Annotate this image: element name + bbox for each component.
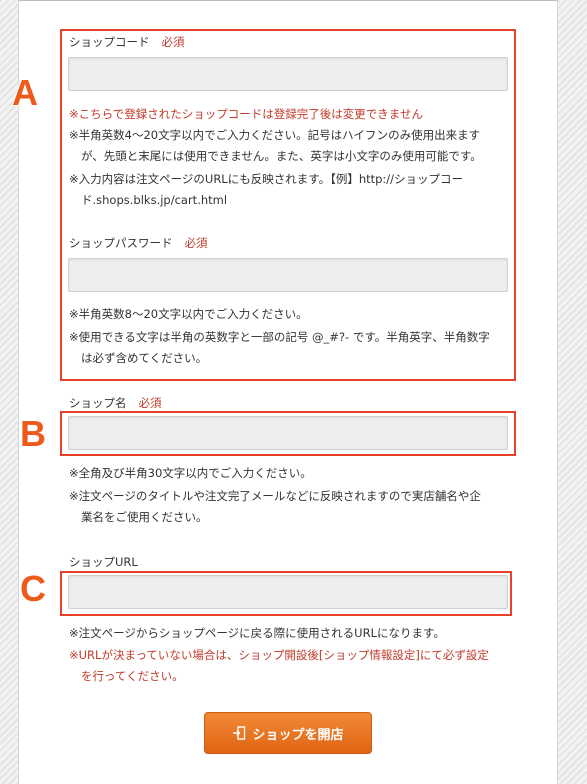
shop-code-note-3: ※入力内容は注文ページのURLにも反映されます。【例】http://ショップコー… [69, 169, 463, 211]
shop-url-input[interactable] [68, 575, 508, 609]
marker-c: C [20, 568, 46, 609]
shop-password-required-badge: 必須 [184, 236, 208, 250]
shop-code-note-2: ※半角英数4〜20文字以内でご入力ください。記号はハイフンのみ使用出来ます が、… [69, 125, 482, 167]
shop-code-note-3-line1: ※入力内容は注文ページのURLにも反映されます。【例】http://ショップコー [69, 172, 464, 186]
right-background-stripe [557, 0, 587, 784]
shop-code-note-2-line1: ※半角英数4〜20文字以内でご入力ください。記号はハイフンのみ使用出来ます [69, 128, 481, 142]
shop-code-label-text: ショップコード [69, 35, 150, 49]
shop-password-note-2-line1: ※使用できる文字は半角の英数字と一部の記号 @_#?- です。半角英字、半角数字 [69, 330, 490, 344]
shop-name-required-badge: 必須 [138, 396, 162, 410]
shop-code-note-1: ※こちらで登録されたショップコードは登録完了後は変更できません [69, 107, 423, 121]
door-enter-icon [233, 726, 246, 740]
shop-url-note-2-line2: を行ってください。 [81, 669, 184, 683]
shop-code-required-badge: 必須 [161, 35, 185, 49]
shop-url-note-1: ※注文ページからショップページに戻る際に使用されるURLになります。 [69, 626, 445, 640]
shop-name-note-2-line2: 業名をご使用ください。 [81, 510, 208, 524]
shop-code-label: ショップコード 必須 [69, 34, 185, 50]
shop-password-note-1: ※半角英数8〜20文字以内でご入力ください。 [69, 307, 308, 321]
open-shop-button[interactable]: ショップを開店 [204, 712, 372, 754]
marker-a: A [12, 72, 38, 113]
panel-top-border [19, 0, 557, 1]
shop-code-input[interactable] [68, 57, 508, 91]
shop-url-note-2-line1: ※URLが決まっていない場合は、ショップ開設後[ショップ情報設定]にて必ず設定 [69, 648, 489, 662]
shop-password-label-text: ショップパスワード [69, 236, 173, 250]
shop-password-note-2: ※使用できる文字は半角の英数字と一部の記号 @_#?- です。半角英字、半角数字… [69, 327, 490, 369]
shop-code-note-3-line2: ド.shops.blks.jp/cart.html [81, 193, 228, 207]
shop-password-note-2-line2: は必ず含めてください。 [81, 351, 208, 365]
shop-name-input[interactable] [68, 416, 508, 450]
shop-code-note-2-line2: が、先頭と末尾には使用できません。また、英字は小文字のみ使用可能です。 [81, 149, 482, 163]
shop-url-note-2: ※URLが決まっていない場合は、ショップ開設後[ショップ情報設定]にて必ず設定 … [69, 645, 489, 687]
shop-name-note-2-line1: ※注文ページのタイトルや注文完了メールなどに反映されますので実店舗名や企 [69, 489, 481, 503]
shop-name-note-2: ※注文ページのタイトルや注文完了メールなどに反映されますので実店舗名や企 業名を… [69, 486, 481, 528]
left-background-stripe [0, 0, 19, 784]
shop-name-label-text: ショップ名 [69, 396, 127, 410]
shop-url-label: ショップURL [69, 555, 138, 569]
shop-name-note-1: ※全角及び半角30文字以内でご入力ください。 [69, 466, 312, 480]
shop-password-input[interactable] [68, 258, 508, 292]
shop-name-label: ショップ名 必須 [69, 395, 162, 411]
shop-password-label: ショップパスワード 必須 [69, 235, 208, 251]
marker-b: B [20, 413, 46, 454]
open-shop-button-label: ショップを開店 [252, 727, 344, 743]
